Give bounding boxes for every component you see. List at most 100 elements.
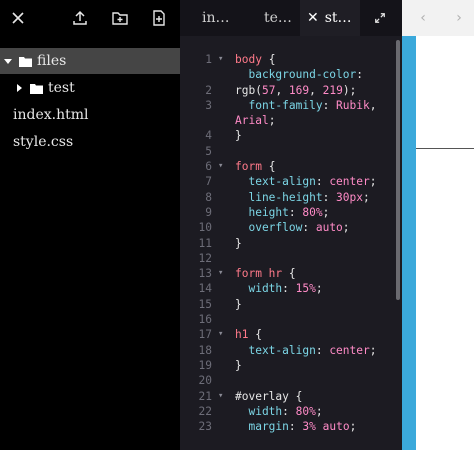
code-line[interactable]: 4} xyxy=(180,128,402,143)
line-number: 20 xyxy=(198,374,212,388)
code-line[interactable]: 8 line-height: 30px; xyxy=(180,190,402,205)
code-text: height: 80%; xyxy=(235,205,329,220)
code-line[interactable]: 15} xyxy=(180,297,402,312)
close-icon[interactable]: ✕ xyxy=(307,10,319,26)
code-token: h1 xyxy=(235,328,256,342)
code-line[interactable]: 19} xyxy=(180,358,402,373)
new-file-icon[interactable] xyxy=(147,6,171,30)
code-token: ; xyxy=(322,205,330,219)
code-token: 169 xyxy=(288,83,310,97)
line-number: 3 xyxy=(205,98,212,112)
code-line[interactable]: 7 text-align: center; xyxy=(180,174,402,189)
code-token: { xyxy=(268,53,276,66)
code-token: overflow xyxy=(235,221,303,235)
code-line[interactable]: 6 ▾ form { xyxy=(180,159,402,174)
tree-file-style-css[interactable]: style.css xyxy=(0,129,180,155)
code-token: background-color xyxy=(235,68,357,82)
code-line[interactable]: 23 margin: 3% auto; xyxy=(180,419,402,434)
code-line[interactable]: 11} xyxy=(180,236,402,251)
line-number: 19 xyxy=(198,358,212,372)
tab-style-css[interactable]: ✕ st… xyxy=(300,0,360,36)
code-line[interactable]: 5 xyxy=(180,144,402,159)
line-number: 11 xyxy=(198,236,212,250)
code-token: ; xyxy=(268,114,276,128)
code-text: width: 15%; xyxy=(235,281,322,296)
fold-toggle-icon[interactable]: ▾ xyxy=(218,327,223,342)
code-line[interactable]: 10 overflow: auto; xyxy=(180,220,402,235)
code-line[interactable]: 20 xyxy=(180,373,402,388)
code-text: rgb(57, 169, 219); xyxy=(235,83,356,98)
code-text: form hr { xyxy=(235,266,296,281)
code-token: body xyxy=(235,53,269,66)
code-text: } xyxy=(235,128,242,143)
code-line[interactable]: 13 ▾ form hr { xyxy=(180,266,402,281)
code-line[interactable]: 12 xyxy=(180,251,402,266)
code-text: line-height: 30px; xyxy=(235,190,370,205)
code-line[interactable]: 18 text-align: center; xyxy=(180,343,402,358)
line-number: 6 xyxy=(205,160,212,174)
tree-folder-files[interactable]: files xyxy=(0,48,180,74)
tree-item-label: files xyxy=(37,53,67,69)
code-token: 3% xyxy=(302,420,316,434)
preview-panel: ‹ › xyxy=(402,0,474,450)
code-token: text-align xyxy=(235,175,316,189)
line-number: 14 xyxy=(198,282,212,296)
line-number: 23 xyxy=(198,420,212,434)
line-number: 12 xyxy=(198,251,212,265)
code-text: } xyxy=(235,236,242,251)
code-token: , xyxy=(369,98,377,112)
tab-test[interactable]: te… xyxy=(238,0,300,36)
code-token: width xyxy=(235,404,283,418)
tab-label: in… xyxy=(202,10,230,26)
code-token: ; xyxy=(349,420,357,434)
code-token: ; xyxy=(369,175,377,189)
code-line[interactable]: 2 rgb(57, 169, 219); xyxy=(180,83,402,98)
code-token: : xyxy=(315,175,330,189)
tab-index-html[interactable]: in… xyxy=(180,0,238,36)
preview-frame[interactable] xyxy=(416,36,474,450)
code-line[interactable]: background-color: xyxy=(180,67,402,82)
fold-toggle-icon[interactable]: ▾ xyxy=(218,52,223,67)
forward-icon[interactable]: › xyxy=(450,9,468,27)
new-folder-icon[interactable] xyxy=(108,6,132,30)
tab-label: st… xyxy=(324,10,352,26)
code-line[interactable]: 16 xyxy=(180,312,402,327)
code-token: form hr xyxy=(235,267,289,281)
code-line[interactable]: 21 ▾ #overlay { xyxy=(180,389,402,404)
fold-toggle-icon[interactable]: ▾ xyxy=(218,159,223,174)
line-number: 4 xyxy=(205,129,212,143)
code-line[interactable]: 1 ▾ body { xyxy=(180,52,402,67)
tab-label: te… xyxy=(264,10,292,26)
code-token: , xyxy=(309,83,323,97)
code-editor[interactable]: in… te… ✕ st… 1 ▾ body { background-color:… xyxy=(180,0,402,450)
code-token: 80% xyxy=(302,205,323,219)
upload-icon[interactable] xyxy=(68,6,92,30)
code-area[interactable]: 1 ▾ body { background-color: 2 rgb(57, 169, … xyxy=(180,52,402,434)
close-icon[interactable] xyxy=(6,6,30,30)
code-token: center xyxy=(329,175,370,189)
fold-toggle-icon[interactable]: ▾ xyxy=(218,266,223,281)
code-line[interactable]: 9 height: 80%; xyxy=(180,205,402,220)
tree-file-index-html[interactable]: index.html xyxy=(0,102,180,128)
file-toolbar xyxy=(0,0,180,36)
code-token: : xyxy=(302,221,316,235)
fold-toggle-icon[interactable]: ▾ xyxy=(218,389,223,404)
back-icon[interactable]: ‹ xyxy=(414,9,432,27)
code-text: width: 80%; xyxy=(235,404,322,419)
code-token: } xyxy=(235,236,242,250)
code-text: form { xyxy=(235,159,275,174)
code-token: } xyxy=(235,358,242,372)
folder-icon xyxy=(30,83,43,94)
line-number: 22 xyxy=(198,404,212,418)
line-number: 16 xyxy=(198,313,212,327)
code-line[interactable]: 17 ▾ h1 { xyxy=(180,327,402,342)
code-line[interactable]: 3 font-family: Rubik, xyxy=(180,98,402,113)
expand-icon[interactable] xyxy=(370,8,390,28)
tree-folder-test[interactable]: test xyxy=(0,75,180,101)
code-token: ; xyxy=(363,190,370,204)
code-line[interactable]: 14 width: 15%; xyxy=(180,281,402,296)
code-line[interactable]: 22 width: 80%; xyxy=(180,404,402,419)
code-token: { xyxy=(255,328,262,342)
editor-scrollbar[interactable] xyxy=(396,40,400,300)
code-line[interactable]: Arial; xyxy=(180,113,402,128)
